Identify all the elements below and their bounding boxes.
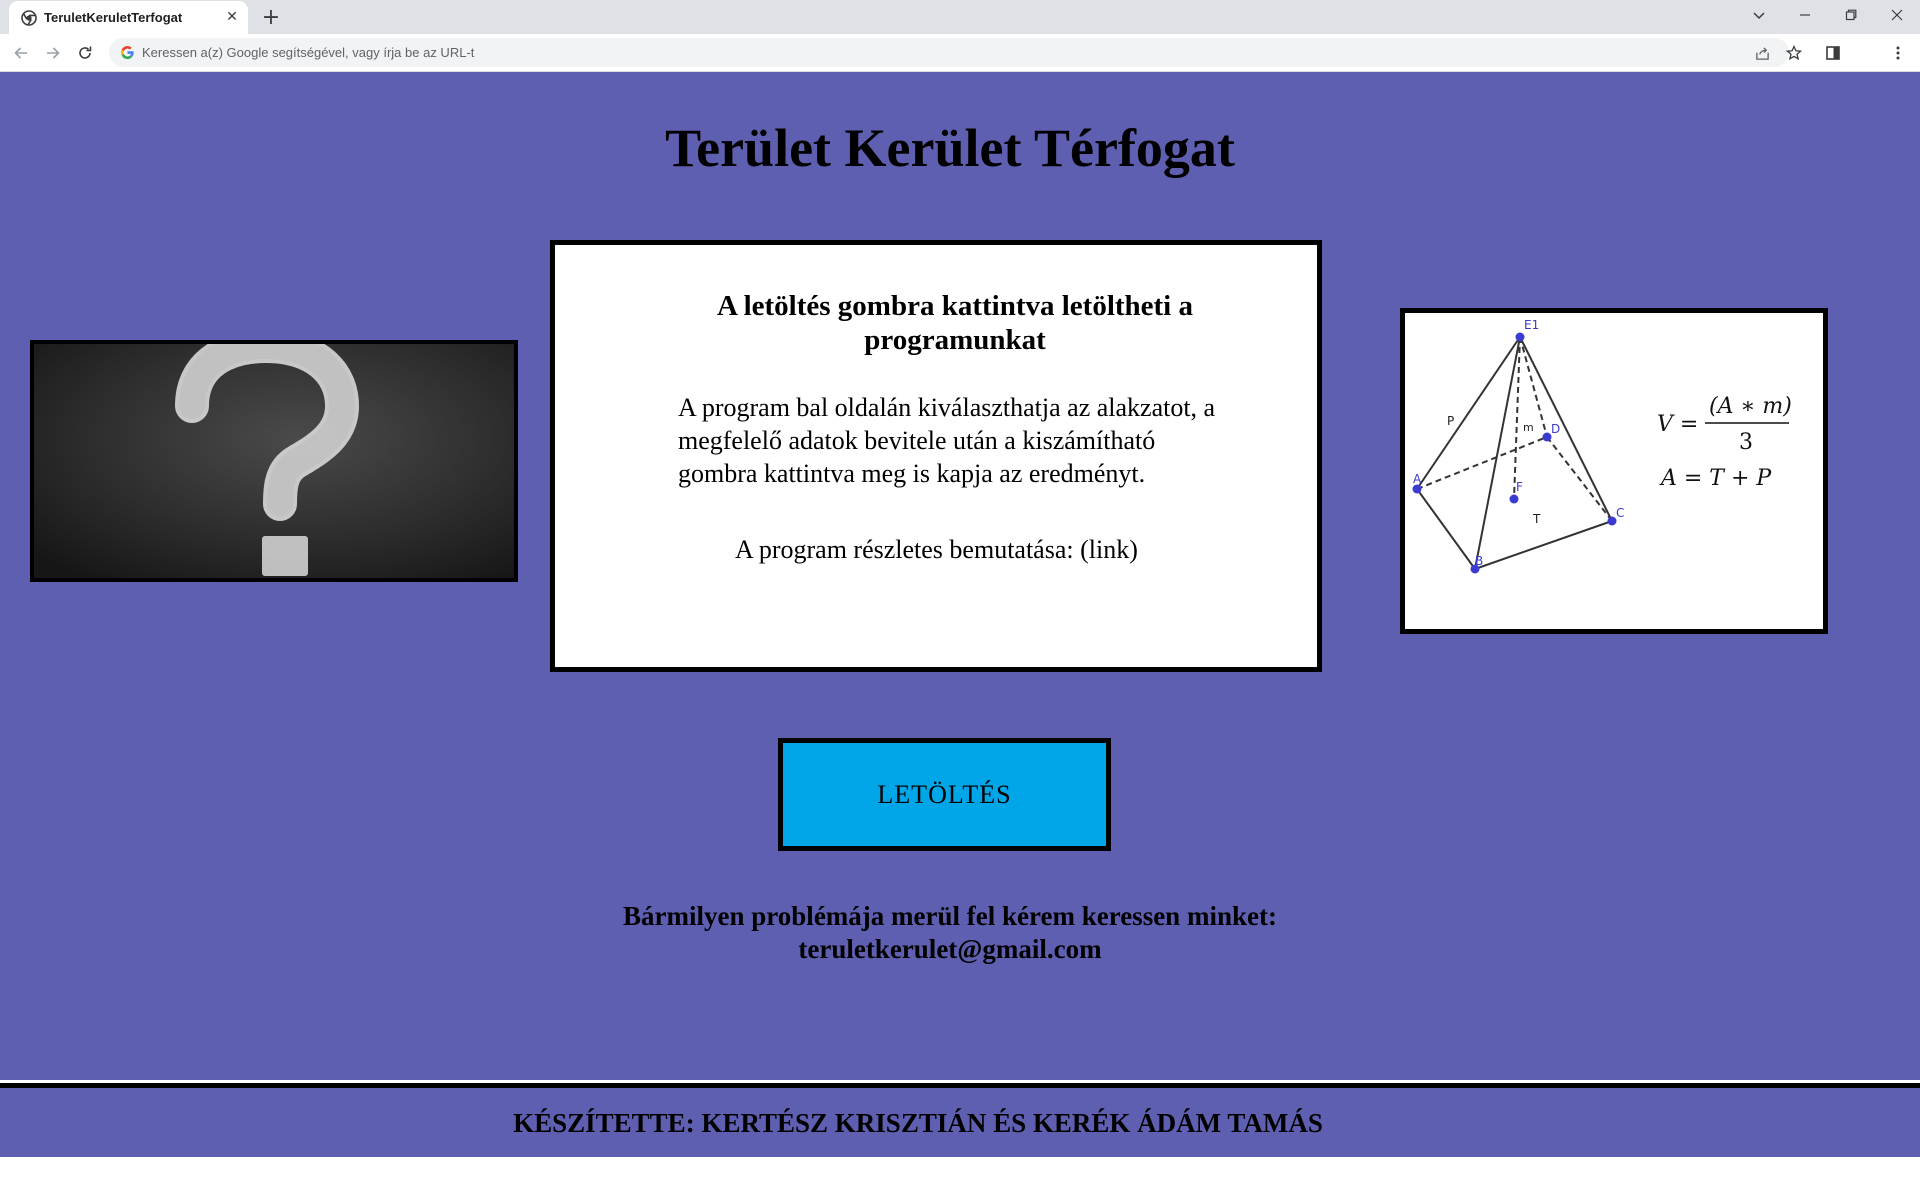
formula-volume-num: (A ∗ m): [1709, 394, 1792, 419]
formula-volume-lhs: V =: [1657, 412, 1698, 437]
contact-text: Bármilyen problémája merül fel kérem ker…: [0, 900, 1900, 966]
minimize-icon[interactable]: [1782, 0, 1828, 30]
side-panel-icon[interactable]: [1821, 41, 1845, 65]
star-icon[interactable]: [1782, 41, 1806, 65]
vertex-e1: [1515, 332, 1525, 342]
browser-toolbar: Keressen a(z) Google segítségével, vagy …: [0, 34, 1920, 72]
page-title: Terület Kerület Térfogat: [665, 118, 1235, 178]
address-bar[interactable]: Keressen a(z) Google segítségével, vagy …: [109, 38, 1789, 67]
edge-dc: [1546, 436, 1613, 522]
label-c: C: [1616, 506, 1624, 520]
back-arrow-icon[interactable]: [8, 40, 34, 66]
forward-arrow-icon[interactable]: [40, 40, 66, 66]
formula-area: A = T + P: [1659, 466, 1772, 491]
share-icon[interactable]: [1752, 43, 1772, 63]
web-page: Terület Kerület Térfogat A letöltés gomb…: [0, 72, 1920, 1157]
edge-ad: [1416, 436, 1548, 490]
tab-strip: TeruletKeruletTerfogat ✕ +: [0, 0, 1920, 34]
edge-ab: [1416, 488, 1476, 570]
edge-bc: [1474, 520, 1613, 570]
close-tab-icon[interactable]: ✕: [222, 7, 242, 27]
program-details-link[interactable]: A program részletes bemutatása: (link): [735, 535, 1138, 565]
restore-icon[interactable]: [1828, 0, 1874, 30]
tab-title: TeruletKeruletTerfogat: [44, 10, 183, 25]
formula-volume-den: 3: [1739, 430, 1753, 455]
close-window-icon[interactable]: [1874, 0, 1920, 30]
label-face-p: P: [1447, 414, 1454, 428]
download-button[interactable]: LETÖLTÉS: [778, 738, 1111, 851]
label-b: B: [1475, 554, 1483, 568]
contact-email[interactable]: teruletkerulet@gmail.com: [798, 934, 1101, 964]
question-mark-image: [30, 340, 518, 582]
footer-credits: KÉSZÍTETTE: KERTÉSZ KRISZTIÁN ÉS KERÉK Á…: [513, 1108, 1323, 1138]
label-f: F: [1516, 480, 1523, 494]
label-base-t: T: [1532, 512, 1541, 526]
info-box: A letöltés gombra kattintva letöltheti a…: [550, 240, 1322, 672]
browser-tab[interactable]: TeruletKeruletTerfogat ✕: [9, 1, 248, 34]
label-height-m: m: [1523, 421, 1534, 434]
footer: KÉSZÍTETTE: KERTÉSZ KRISZTIÁN ÉS KERÉK Á…: [0, 1083, 1920, 1157]
info-text: A program bal oldalán kiválaszthatja az …: [678, 393, 1216, 488]
google-g-icon: [120, 45, 134, 60]
vertex-f: [1509, 494, 1519, 504]
pyramid-diagram: E1 A B C D F P T m V = (A ∗ m) 3 A = T +…: [1400, 308, 1828, 634]
contact-line-1: Bármilyen problémája merül fel kérem ker…: [623, 901, 1277, 931]
address-placeholder: Keressen a(z) Google segítségével, vagy …: [142, 45, 475, 60]
reload-icon[interactable]: [72, 40, 98, 66]
kebab-menu-icon[interactable]: [1886, 41, 1910, 65]
label-d: D: [1551, 422, 1560, 436]
new-tab-button[interactable]: +: [258, 4, 284, 30]
info-heading: A letöltés gombra kattintva letöltheti a…: [716, 290, 1193, 356]
chrome-icon: [21, 10, 37, 26]
label-e1: E1: [1524, 318, 1539, 332]
label-a: A: [1413, 472, 1422, 486]
edge-ec: [1519, 336, 1613, 522]
tab-search-icon[interactable]: [1736, 0, 1782, 30]
